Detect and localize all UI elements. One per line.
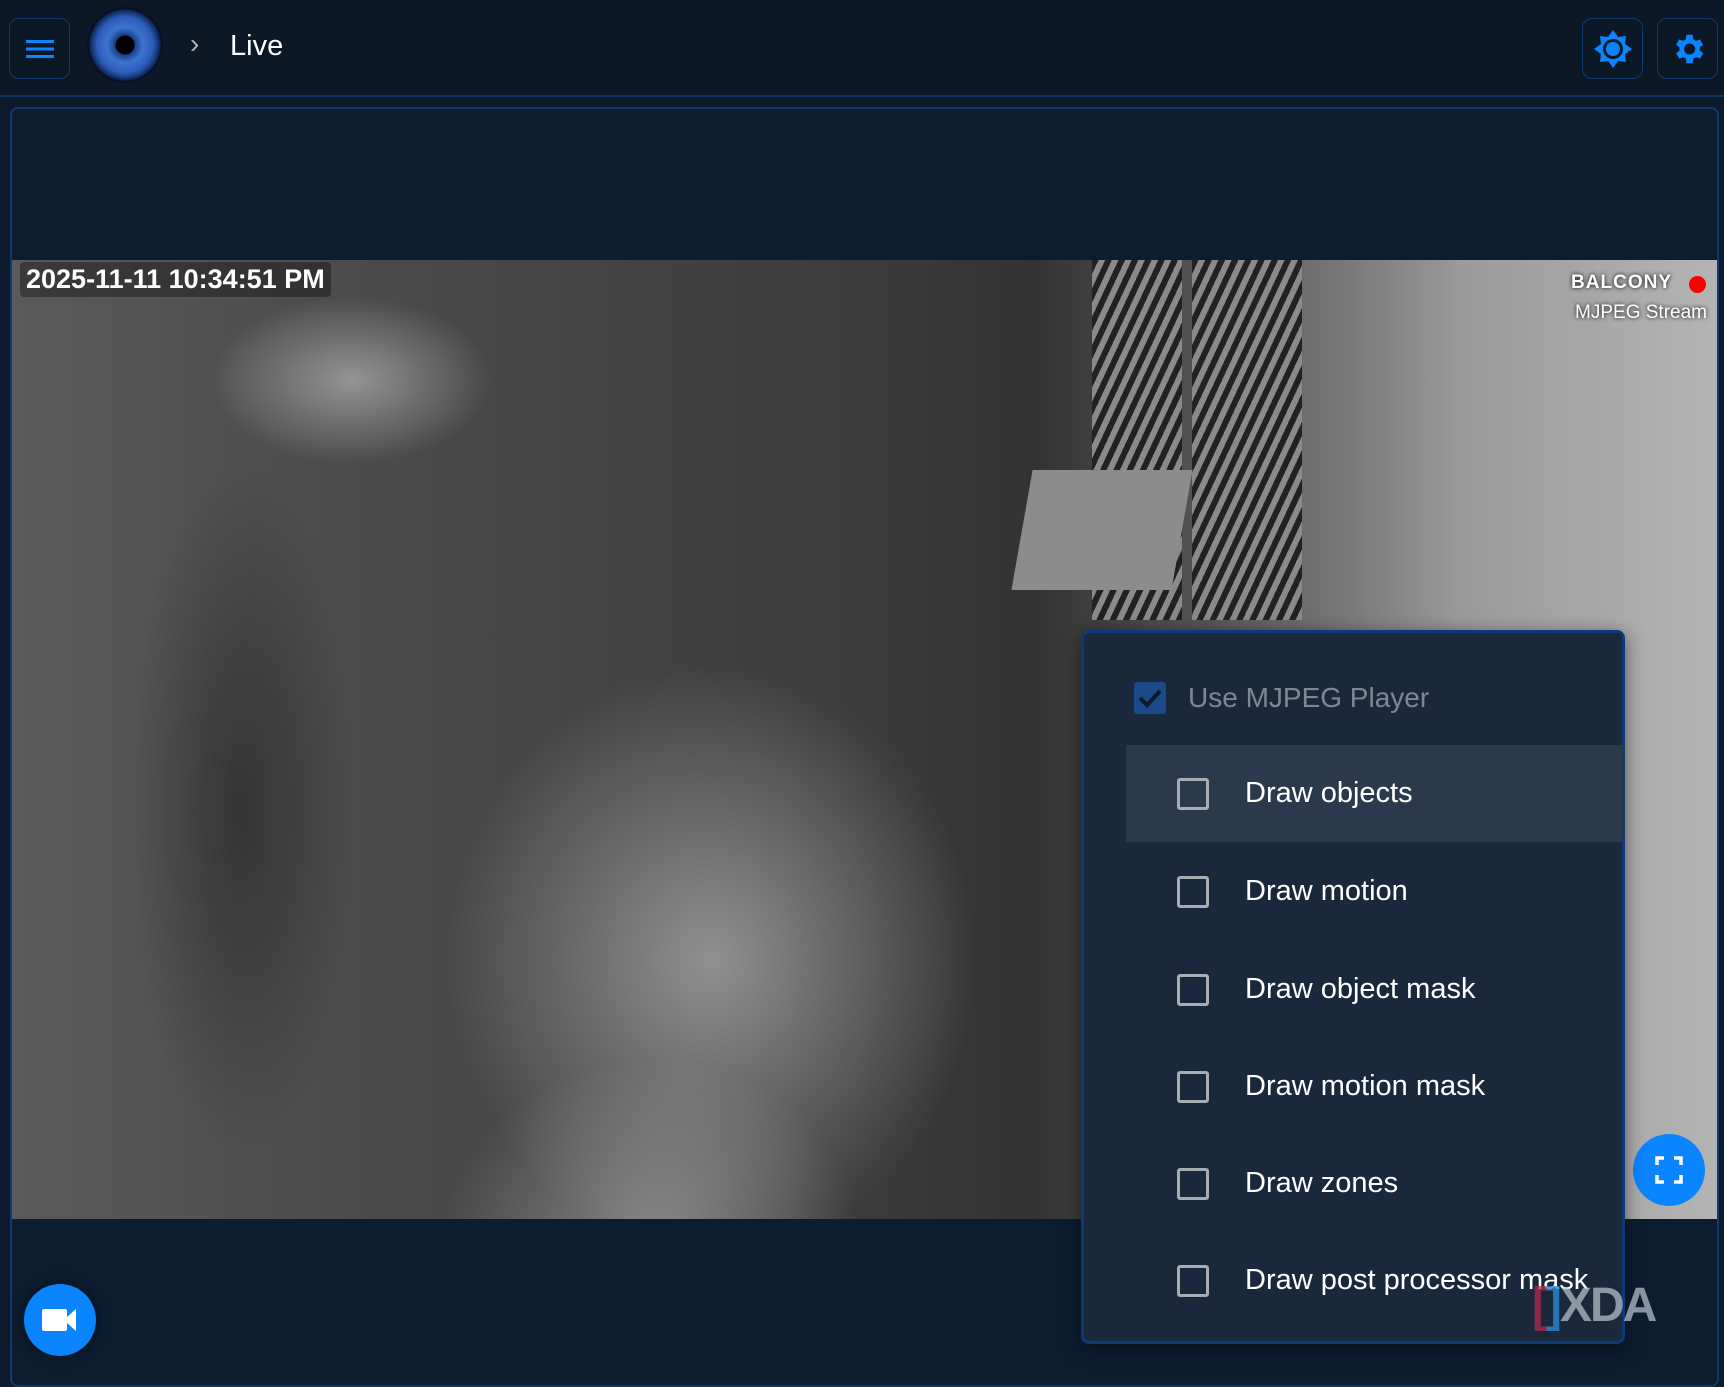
menu-item-draw-object-mask[interactable]: Draw object mask <box>1126 941 1623 1038</box>
hamburger-icon <box>25 39 54 58</box>
camera-name: BALCONY <box>1571 272 1672 293</box>
checkbox[interactable] <box>1177 875 1209 908</box>
menu-button[interactable] <box>9 18 70 79</box>
menu-item-draw-zones[interactable]: Draw zones <box>1126 1135 1623 1232</box>
use-mjpeg-player-checkbox[interactable]: Use MJPEG Player <box>1134 649 1429 746</box>
checkbox[interactable] <box>1177 1167 1209 1200</box>
check-icon <box>1138 689 1162 708</box>
gear-icon <box>1675 34 1703 63</box>
camera-button[interactable] <box>24 1284 96 1356</box>
recording-indicator <box>1689 276 1706 293</box>
stream-type: MJPEG Stream <box>1575 302 1707 323</box>
menu-item-draw-motion-mask[interactable]: Draw motion mask <box>1126 1038 1623 1135</box>
menu-item-label: Draw objects <box>1245 777 1413 809</box>
menu-item-draw-motion[interactable]: Draw motion <box>1126 843 1623 940</box>
shutter-image-detail <box>1192 260 1302 620</box>
settings-button[interactable] <box>1657 18 1718 79</box>
theme-button[interactable] <box>1582 18 1643 79</box>
checkbox[interactable] <box>1177 777 1209 810</box>
menu-item-label: Draw object mask <box>1245 973 1476 1005</box>
checkbox[interactable] <box>1177 973 1209 1006</box>
timestamp-overlay: 2025-11-11 10:34:51 PM <box>20 262 331 297</box>
breadcrumb-chevron-icon: › <box>190 28 200 59</box>
top-bar: › Live <box>0 0 1724 97</box>
stream-options-menu: Use MJPEG Player Draw objects Draw motio… <box>1081 630 1625 1344</box>
menu-item-label: Draw motion <box>1245 875 1408 907</box>
xda-watermark: []XDA <box>1532 1279 1657 1332</box>
checkbox-checked[interactable] <box>1134 681 1166 714</box>
fullscreen-icon <box>1655 1156 1683 1184</box>
use-mjpeg-player-label: Use MJPEG Player <box>1188 681 1430 713</box>
menu-item-draw-objects[interactable]: Draw objects <box>1126 745 1623 842</box>
video-camera-icon <box>42 1309 76 1331</box>
menu-item-label: Draw zones <box>1245 1167 1399 1199</box>
fullscreen-button[interactable] <box>1633 1134 1705 1206</box>
app-logo[interactable] <box>88 8 162 82</box>
breadcrumb-live: Live <box>230 30 284 62</box>
brightness-icon <box>1593 29 1632 68</box>
checkbox[interactable] <box>1177 1264 1209 1297</box>
table-image-detail <box>1011 470 1193 590</box>
menu-item-label: Draw motion mask <box>1245 1070 1486 1102</box>
checkbox[interactable] <box>1177 1070 1209 1103</box>
